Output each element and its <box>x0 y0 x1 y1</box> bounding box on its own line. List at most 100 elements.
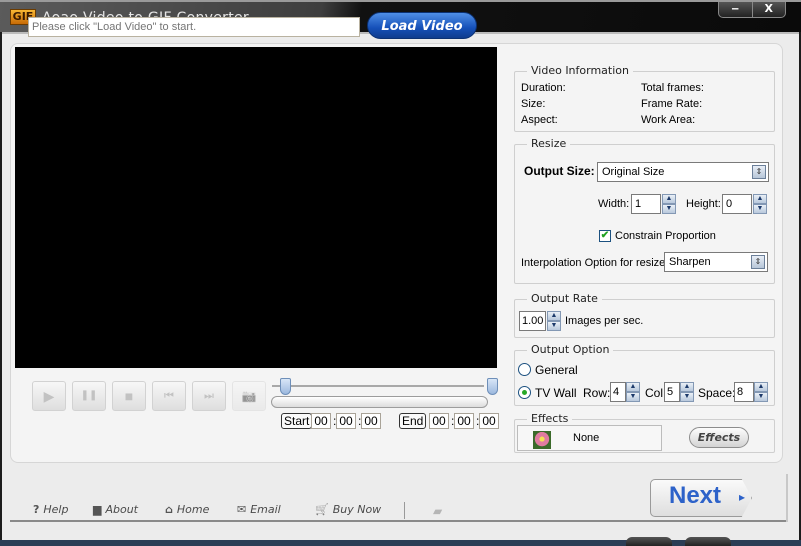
range-end-handle[interactable] <box>487 378 498 395</box>
down-arrow-icon: ▼ <box>753 204 767 214</box>
output-size-label: Output Size: <box>524 164 595 178</box>
size-label: Size: <box>521 98 546 110</box>
chevron-right-icon: ▸ <box>739 490 746 504</box>
footer-divider <box>10 520 786 522</box>
down-arrow-icon: ▼ <box>547 321 561 331</box>
effects-title: Effects <box>527 412 573 425</box>
video-information-title: Video Information <box>527 64 633 77</box>
up-arrow-icon: ▲ <box>662 194 676 204</box>
effects-button[interactable]: Effects <box>689 427 749 448</box>
footer-separator <box>404 502 405 519</box>
load-video-button[interactable]: Load Video <box>367 12 477 39</box>
output-size-value: Original Size <box>602 166 665 178</box>
current-effect-display: None <box>517 425 662 451</box>
start-seconds-field[interactable]: 00 <box>361 413 381 429</box>
flower-thumbnail-icon <box>533 431 551 449</box>
close-button[interactable]: X <box>751 2 786 17</box>
stop-button[interactable]: ■ <box>112 381 146 411</box>
pause-icon: ❚❚ <box>80 390 98 401</box>
row-label: Row: <box>583 386 611 400</box>
end-button[interactable]: End <box>399 413 427 429</box>
video-path-input[interactable] <box>28 17 360 37</box>
help-link[interactable]: ? Help <box>33 503 68 516</box>
down-arrow-icon: ▼ <box>680 392 694 402</box>
pause-button[interactable]: ❚❚ <box>72 381 106 411</box>
home-icon: ⌂ <box>165 503 173 516</box>
constrain-proportion-checkbox[interactable]: ✔ <box>599 230 611 242</box>
col-spinner[interactable]: ▲ ▼ <box>680 382 694 402</box>
window-controls: ‒ X <box>718 2 786 18</box>
current-effect-value: None <box>573 432 600 444</box>
total-frames-label: Total frames: <box>641 82 704 94</box>
row-spinner[interactable]: ▲ ▼ <box>626 382 640 402</box>
camera-icon: 📷 <box>241 389 257 403</box>
height-field[interactable]: 0 <box>722 194 752 214</box>
previous-button[interactable]: ⏮ <box>152 381 186 411</box>
general-radio[interactable] <box>518 363 531 376</box>
aspect-label: Aspect: <box>521 114 558 126</box>
range-start-handle[interactable] <box>280 378 291 395</box>
minimize-button[interactable]: ‒ <box>719 2 752 17</box>
height-label: Height: <box>686 198 721 210</box>
start-button[interactable]: Start <box>281 413 313 429</box>
video-preview <box>15 47 497 368</box>
play-icon: ▶ <box>43 388 55 404</box>
up-arrow-icon: ▲ <box>753 194 767 204</box>
position-bar[interactable] <box>271 396 488 408</box>
home-link[interactable]: ⌂ Home <box>165 503 209 516</box>
buy-now-link[interactable]: 🛒 Buy Now <box>315 503 381 516</box>
footer-edge <box>786 474 788 522</box>
email-link[interactable]: ✉ Email <box>237 503 281 516</box>
taskbar-strip <box>0 540 801 546</box>
output-rate-title: Output Rate <box>527 292 602 305</box>
skip-back-icon: ⏮ <box>164 390 174 402</box>
envelope-icon: ✉ <box>237 503 247 516</box>
row-field[interactable]: 4 <box>610 382 626 402</box>
person-icon: ▆ <box>93 503 102 516</box>
bottom-tab <box>626 537 672 546</box>
bottom-tab <box>685 537 731 546</box>
end-hours-field[interactable]: 00 <box>429 413 449 429</box>
space-label: Space: <box>698 386 736 400</box>
next-label: Next <box>669 482 722 509</box>
start-hours-field[interactable]: 00 <box>311 413 331 429</box>
end-seconds-field[interactable]: 00 <box>479 413 499 429</box>
constrain-proportion-label: Constrain Proportion <box>615 230 716 242</box>
output-size-select[interactable]: Original Size ⇕ <box>597 162 769 182</box>
interpolation-select[interactable]: Sharpen ⇕ <box>664 252 768 272</box>
next-frame-button[interactable]: ⏭ <box>192 381 226 411</box>
up-arrow-icon: ▲ <box>680 382 694 392</box>
select-arrows-icon: ⇕ <box>752 165 766 179</box>
duration-label: Duration: <box>521 82 566 94</box>
down-arrow-icon: ▼ <box>662 204 676 214</box>
play-button[interactable]: ▶ <box>32 381 66 411</box>
frame-rate-label: Frame Rate: <box>641 98 703 110</box>
space-spinner[interactable]: ▲ ▼ <box>754 382 768 402</box>
skip-forward-icon: ⏭ <box>204 390 214 402</box>
snapshot-button[interactable]: 📷 <box>232 381 266 411</box>
up-arrow-icon: ▲ <box>626 382 640 392</box>
end-minutes-field[interactable]: 00 <box>454 413 474 429</box>
range-track <box>272 385 484 387</box>
col-field[interactable]: 5 <box>664 382 680 402</box>
start-minutes-field[interactable]: 00 <box>336 413 356 429</box>
down-arrow-icon: ▼ <box>626 392 640 402</box>
up-arrow-icon: ▲ <box>754 382 768 392</box>
interpolation-label: Interpolation Option for resize: <box>521 257 669 269</box>
interpolation-value: Sharpen <box>669 256 711 268</box>
height-spinner[interactable]: ▲ ▼ <box>753 194 767 214</box>
about-link[interactable]: ▆ About <box>93 503 138 516</box>
width-spinner[interactable]: ▲ ▼ <box>662 194 676 214</box>
next-button[interactable]: Next ▸ <box>650 479 752 517</box>
output-rate-field[interactable]: 1.00 <box>519 311 546 331</box>
open-folder-icon[interactable]: ▰ <box>433 504 442 518</box>
stop-icon: ■ <box>124 388 134 404</box>
space-field[interactable]: 8 <box>734 382 754 402</box>
cart-icon: 🛒 <box>315 503 329 516</box>
up-arrow-icon: ▲ <box>547 311 561 321</box>
output-rate-spinner[interactable]: ▲ ▼ <box>547 311 561 331</box>
down-arrow-icon: ▼ <box>754 392 768 402</box>
tv-wall-label: TV Wall <box>535 386 577 400</box>
tv-wall-radio[interactable] <box>518 386 531 399</box>
width-field[interactable]: 1 <box>631 194 661 214</box>
